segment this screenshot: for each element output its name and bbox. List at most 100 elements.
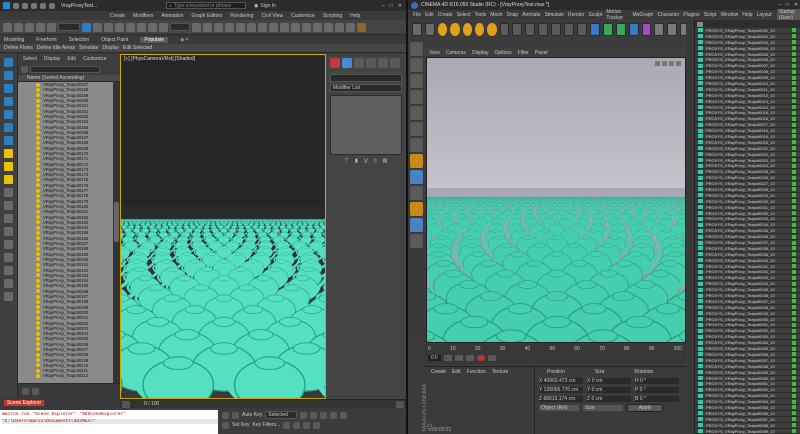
c4d-menu-plugins[interactable]: Plugins [683,12,699,18]
display-lights-icon[interactable] [4,97,13,106]
c4d-menu-select[interactable]: Select [457,12,471,18]
light-bulb-icon[interactable] [36,283,40,288]
visibility-check-icon[interactable] [792,146,796,151]
object-row[interactable]: PROXYS_VRayProxy_Teapot0069_10 [695,429,800,434]
ribbon-tab-selection[interactable]: Selection [69,37,90,43]
visibility-check-icon[interactable] [792,105,796,110]
menu-graph-editors[interactable]: Graph Editors [192,13,223,19]
render-setup-icon[interactable] [335,22,344,32]
light-bulb-icon[interactable] [36,82,40,87]
c4d-zoom-view-icon[interactable] [662,61,667,66]
auto-key-button[interactable]: Auto Key [242,412,262,418]
explorer-menu-customize[interactable]: Customize [83,56,107,62]
c4d-live-select-icon[interactable] [437,22,448,36]
spinner-snap-icon[interactable] [247,22,256,32]
display-xrefs-icon[interactable] [4,162,13,171]
key-filters-button[interactable]: Key Filters... [253,422,281,428]
c4d-view-menu-view[interactable]: View [429,50,440,56]
c4d-array-icon[interactable] [628,22,639,36]
create-tab-icon[interactable] [330,58,340,68]
c4d-close-icon[interactable]: ✕ [794,2,798,8]
explorer-scrollbar[interactable] [113,82,120,383]
visibility-check-icon[interactable] [792,63,796,68]
visibility-check-icon[interactable] [792,346,796,351]
light-bulb-icon[interactable] [36,162,40,167]
visibility-check-icon[interactable] [792,269,796,274]
display-button[interactable]: Display [102,45,118,51]
coordinate-lock-icon[interactable] [222,411,229,419]
display-shapes-icon[interactable] [4,84,13,93]
display-none-icon[interactable] [4,240,13,249]
light-bulb-icon[interactable] [36,363,40,368]
c4d-menu-mograph[interactable]: MoGraph [632,12,653,18]
c4d-menu-edit[interactable]: Edit [425,12,434,18]
visibility-check-icon[interactable] [792,81,796,86]
c4d-view-menu-cameras[interactable]: Cameras [446,50,466,56]
c4d-axis-mode-icon[interactable] [409,154,423,168]
c4d-menu-sculpt[interactable]: Sculpt [588,12,602,18]
pivot-center-icon[interactable] [192,22,201,32]
c4d-menu-motion-tracker[interactable]: Motion Tracker [606,9,628,21]
modifier-list-dropdown[interactable]: Modifier List [330,84,402,92]
display-dependents-icon[interactable] [4,292,13,301]
visibility-check-icon[interactable] [792,246,796,251]
light-bulb-icon[interactable] [36,321,40,325]
c4d-minimize-icon[interactable]: – [778,2,781,8]
save-file-icon[interactable] [31,2,37,9]
light-bulb-icon[interactable] [36,220,40,225]
display-cameras-icon[interactable] [4,110,13,119]
visibility-check-icon[interactable] [792,34,796,39]
visibility-check-icon[interactable] [792,275,796,280]
visibility-check-icon[interactable] [792,370,796,375]
visibility-check-icon[interactable] [792,187,796,192]
visibility-check-icon[interactable] [792,222,796,227]
ribbon-tab-object-paint[interactable]: Object Paint [101,37,128,43]
light-bulb-icon[interactable] [36,305,40,310]
material-menu-create[interactable]: Create [431,369,446,375]
visibility-check-icon[interactable] [792,228,796,233]
c4d-view-menu-options[interactable]: Options [494,50,511,56]
display-all-icon[interactable] [4,227,13,236]
light-bulb-icon[interactable] [36,273,40,278]
light-bulb-icon[interactable] [36,156,40,161]
c4d-tweak-mode-icon[interactable] [409,170,423,184]
display-geometry-icon[interactable] [4,71,13,80]
visibility-check-icon[interactable] [792,52,796,56]
c4d-menu-window[interactable]: Window [720,12,738,18]
layer-explorer-icon[interactable] [291,22,300,32]
c4d-redo-icon[interactable] [424,22,435,36]
coords-size-y[interactable]: Y 0 cm [587,386,631,393]
c4d-keyframe-icon[interactable] [488,354,497,361]
c4d-layout-dropdown[interactable]: Startup (User) [776,8,800,21]
light-bulb-icon[interactable] [36,177,40,182]
goto-start-icon[interactable] [299,411,307,419]
c4d-menu-snap[interactable]: Snap [507,12,519,18]
light-bulb-icon[interactable] [36,326,40,331]
light-bulb-icon[interactable] [36,215,40,220]
unlink-icon[interactable] [36,22,45,32]
maximize-icon[interactable]: □ [390,3,393,9]
light-bulb-icon[interactable] [36,257,40,262]
make-unique-icon[interactable]: ⋁ [364,158,368,164]
c4d-subdivision-icon[interactable] [615,22,626,36]
play-icon[interactable] [319,411,327,419]
light-bulb-icon[interactable] [36,167,40,172]
close-icon[interactable]: ✕ [398,3,402,9]
undo-tool-icon[interactable] [3,22,12,32]
visibility-check-icon[interactable] [792,175,796,180]
coords-rot-b[interactable]: B 0 ° [635,395,679,402]
c4d-timeline[interactable]: 0 10 20 30 40 50 60 70 80 90 100 0 F [424,344,686,364]
material-menu-edit[interactable]: Edit [452,369,461,375]
explorer-scroll-thumb[interactable] [114,202,119,242]
light-bulb-icon[interactable] [36,193,40,198]
minimize-icon[interactable]: – [382,3,385,9]
prev-frame-icon[interactable] [309,411,317,419]
light-bulb-icon[interactable] [36,241,40,246]
visibility-check-icon[interactable] [792,264,796,269]
light-bulb-icon[interactable] [36,368,40,373]
visibility-check-icon[interactable] [792,116,796,121]
ribbon-options-icon[interactable]: ◉ ▾ [180,37,188,43]
visibility-check-icon[interactable] [792,28,796,33]
visibility-check-icon[interactable] [792,211,796,216]
visibility-check-icon[interactable] [792,193,796,198]
